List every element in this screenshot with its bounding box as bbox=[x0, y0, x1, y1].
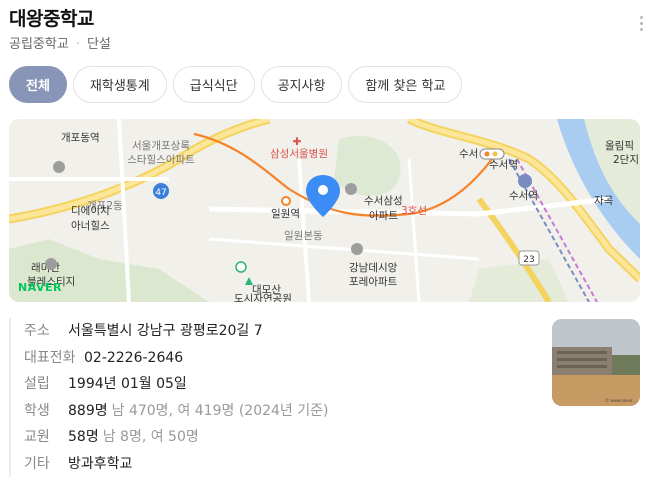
svg-text:아파트: 아파트 bbox=[369, 210, 398, 222]
location-map[interactable]: 개포동역 서울개포상록 스타힐스아파트 삼성서울병원 ✚ 수서 수서역 올림픽 … bbox=[9, 119, 640, 302]
info-row-phone: 대표전화 02-2226-2646 bbox=[9, 344, 539, 371]
tab-related-schools[interactable]: 함께 찾은 학교 bbox=[348, 66, 463, 103]
students-label: 학생 bbox=[24, 402, 50, 419]
svg-text:수서역: 수서역 bbox=[489, 159, 518, 171]
svg-text:수서역: 수서역 bbox=[509, 190, 538, 202]
svg-text:일원역: 일원역 bbox=[271, 207, 300, 220]
svg-text:© www.naver...: © www.naver... bbox=[605, 398, 636, 403]
info-row-students: 학생 889명 남 470명, 여 419명 (2024년 기준) bbox=[9, 397, 539, 424]
svg-text:올림픽: 올림픽 bbox=[605, 140, 634, 152]
info-row-etc: 기타 방과후학교 bbox=[9, 450, 539, 477]
svg-text:2단지: 2단지 bbox=[613, 154, 639, 166]
tab-bar: 전체 재학생통계 급식식단 공지사항 함께 찾은 학교 bbox=[9, 66, 463, 103]
school-name: 대왕중학교 bbox=[9, 8, 94, 30]
svg-text:일원본동: 일원본동 bbox=[284, 229, 323, 242]
svg-text:강남데시앙: 강남데시앙 bbox=[349, 262, 398, 274]
map-label-apt1: 서울개포상록 bbox=[132, 140, 190, 152]
svg-text:개포동역: 개포동역 bbox=[61, 132, 100, 144]
phone-value[interactable]: 02-2226-2646 bbox=[84, 349, 183, 367]
svg-text:스타힐스아파트: 스타힐스아파트 bbox=[127, 153, 195, 166]
teachers-detail: 남 8명, 여 50명 bbox=[102, 429, 199, 446]
students-detail: 남 470명, 여 419명 (2024년 기준) bbox=[111, 402, 329, 419]
svg-text:삼성서울병원: 삼성서울병원 bbox=[270, 148, 328, 160]
founded-value: 1994년 01월 05일 bbox=[68, 376, 187, 393]
info-row-address: 주소 서울특별시 강남구 광평로20길 7 bbox=[9, 318, 539, 345]
teachers-label: 교원 bbox=[24, 429, 50, 446]
svg-text:도시자연공원: 도시자연공원 bbox=[234, 293, 292, 302]
etc-value: 방과후학교 bbox=[68, 455, 133, 472]
school-header: 대왕중학교 공립중학교 · 단설 bbox=[9, 7, 649, 59]
naver-logo: NAVER bbox=[18, 281, 62, 294]
school-photo[interactable]: © www.naver... bbox=[552, 319, 640, 406]
founded-label: 설립 bbox=[24, 376, 50, 393]
teachers-value: 58명 bbox=[68, 429, 99, 446]
svg-text:3호선: 3호선 bbox=[401, 205, 427, 217]
info-row-founded: 설립 1994년 01월 05일 bbox=[9, 371, 539, 398]
more-options-icon[interactable] bbox=[633, 11, 649, 35]
address-value[interactable]: 서울특별시 강남구 광평로20길 7 bbox=[68, 322, 263, 340]
svg-text:✚: ✚ bbox=[293, 136, 302, 148]
tab-all[interactable]: 전체 bbox=[9, 66, 67, 103]
svg-text:23: 23 bbox=[523, 255, 534, 265]
school-type: 공립중학교 bbox=[9, 37, 69, 52]
separator-dot: · bbox=[75, 37, 80, 52]
school-meta: 공립중학교 · 단설 bbox=[9, 37, 649, 53]
svg-text:디에이치: 디에이치 bbox=[71, 205, 110, 217]
tab-meal-menu[interactable]: 급식식단 bbox=[172, 66, 255, 103]
info-row-teachers: 교원 58명 남 8명, 여 50명 bbox=[9, 424, 539, 451]
svg-text:포레아파트: 포레아파트 bbox=[349, 276, 398, 288]
phone-label: 대표전화 bbox=[24, 349, 76, 366]
svg-text:수서: 수서 bbox=[459, 148, 478, 160]
svg-text:47: 47 bbox=[155, 188, 166, 198]
svg-text:수서삼성: 수서삼성 bbox=[364, 195, 403, 207]
svg-text:아너힐스: 아너힐스 bbox=[71, 219, 110, 232]
svg-text:자곡: 자곡 bbox=[594, 195, 614, 207]
etc-label: 기타 bbox=[24, 455, 50, 472]
tab-student-stats[interactable]: 재학생통계 bbox=[72, 66, 167, 103]
school-gender-type: 단설 bbox=[86, 37, 111, 52]
address-label: 주소 bbox=[24, 323, 50, 340]
tab-notices[interactable]: 공지사항 bbox=[260, 66, 343, 103]
students-value: 889명 bbox=[68, 402, 108, 419]
school-info-list: 주소 서울특별시 강남구 광평로20길 7 대표전화 02-2226-2646 … bbox=[9, 318, 539, 477]
